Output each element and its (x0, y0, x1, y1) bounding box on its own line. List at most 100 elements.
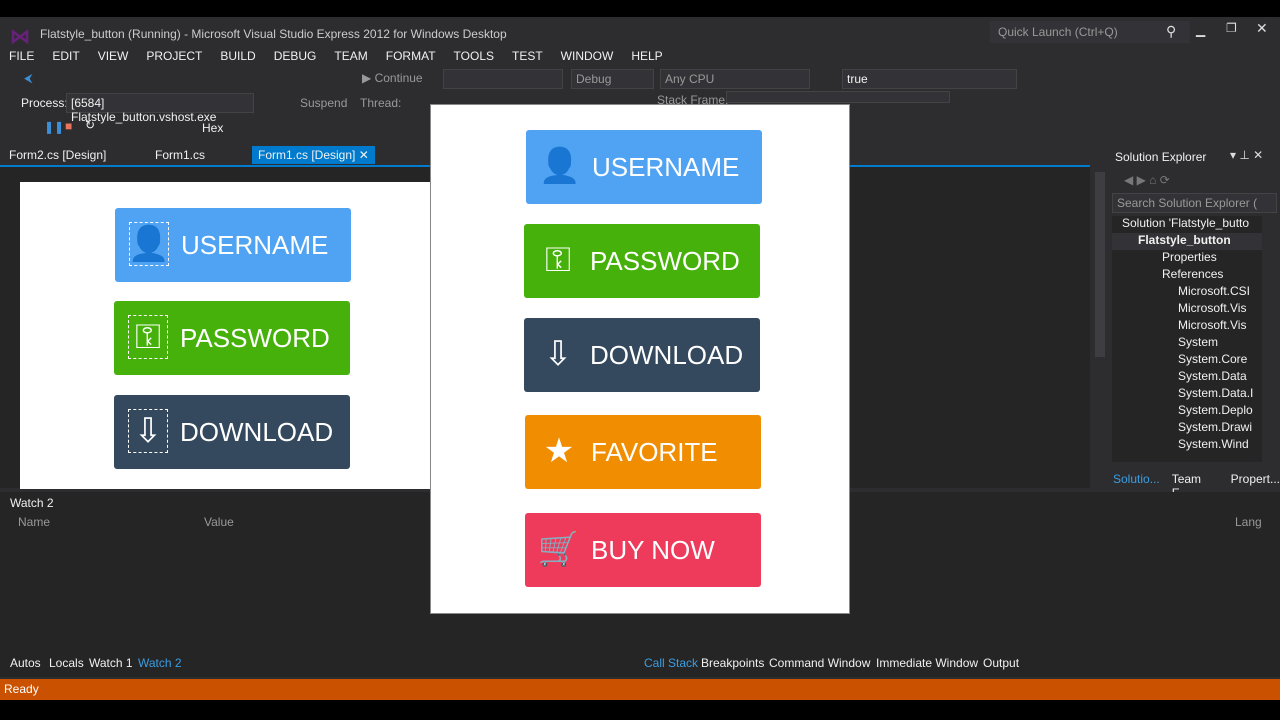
home-icon[interactable]: ◀ ▶ ⌂ ⟳ (1124, 173, 1170, 187)
menu-edit[interactable]: EDIT (43, 46, 88, 66)
tree-item-label: System.Data.I (1178, 386, 1254, 400)
tab-form1-design[interactable]: Form1.cs [Design] ✕ (252, 146, 375, 164)
tree-item-label: Properties (1162, 250, 1217, 264)
minimize-button[interactable]: ▁ (1196, 23, 1205, 37)
tree-item[interactable]: References (1112, 267, 1262, 284)
button-label: DOWNLOAD (180, 416, 334, 447)
tree-item-label: System.Wind (1178, 437, 1249, 451)
key-icon: ⚿ (128, 315, 168, 359)
tree-item[interactable]: Microsoft.CSI (1112, 284, 1262, 301)
tree-item[interactable]: System.Wind (1112, 437, 1262, 454)
tree-item[interactable]: Flatstyle_button (1112, 233, 1262, 250)
search-solution-input[interactable]: Search Solution Explorer ( (1112, 193, 1277, 213)
buy-now-button[interactable]: 🛒 BUY NOW (525, 513, 761, 587)
tree-item-label: System.Core (1178, 352, 1248, 366)
tree-item[interactable]: System (1112, 335, 1262, 352)
config-dropdown[interactable]: Debug (571, 69, 654, 89)
menu-help[interactable]: HELP (622, 46, 671, 66)
close-tab-icon[interactable]: ✕ (359, 148, 369, 162)
menu-test[interactable]: TEST (503, 46, 552, 66)
platform-dropdown[interactable]: Any CPU (660, 69, 810, 89)
password-button[interactable]: ⚿ PASSWORD (524, 224, 760, 298)
menu-file[interactable]: FILE (0, 46, 43, 66)
watch-tab[interactable]: Watch 1 (89, 656, 133, 670)
suspend-button[interactable]: Suspend (300, 96, 347, 110)
panel-title: Solution Explorer (1115, 150, 1207, 164)
watch-tab[interactable]: Autos (10, 656, 41, 670)
watch-title: Watch 2 (10, 496, 54, 510)
download-button[interactable]: ⇩ DOWNLOAD (524, 318, 760, 392)
stack-frame-label: Stack Frame: (657, 93, 729, 107)
cloud-download-icon: ⇩ (543, 335, 573, 373)
tab-form2-design[interactable]: Form2.cs [Design] (9, 148, 106, 162)
cloud-download-icon: ⇩ (128, 409, 168, 453)
target-dropdown[interactable] (443, 69, 563, 89)
continue-button[interactable]: ▶ Continue (362, 71, 423, 85)
search-icon[interactable]: ⚲ (1166, 23, 1176, 40)
debug-tab[interactable]: Output (983, 656, 1019, 670)
hex-button[interactable]: Hex (202, 121, 223, 135)
debug-tab[interactable]: Immediate Window (876, 656, 978, 670)
restore-button[interactable]: ❐ (1226, 21, 1237, 35)
button-label: DOWNLOAD (590, 339, 744, 370)
menu-bar: FILE EDIT VIEW PROJECT BUILD DEBUG TEAM FORMAT T… (0, 46, 672, 66)
tree-item-label: System.Deplo (1178, 403, 1253, 417)
username-button[interactable]: 👤 USERNAME (526, 130, 762, 204)
tree-item[interactable]: System.Deplo (1112, 403, 1262, 420)
menu-view[interactable]: VIEW (89, 46, 138, 66)
tree-item[interactable]: System.Core (1112, 352, 1262, 369)
tree-item[interactable]: Properties (1112, 250, 1262, 267)
tree-item[interactable]: Solution 'Flatstyle_butto (1112, 216, 1262, 233)
solution-tree: Solution 'Flatstyle_butto Flatstyle_butto… (1112, 216, 1262, 462)
tree-item-label: System (1178, 335, 1219, 349)
tab-form1-cs[interactable]: Form1.cs (155, 148, 205, 162)
tree-item[interactable]: System.Data (1112, 369, 1262, 386)
tree-item-label: Flatstyle_button (1138, 233, 1231, 247)
vertical-scrollbar[interactable] (1095, 172, 1105, 357)
process-dropdown[interactable]: [6584] Flatstyle_button.vshost.exe (66, 93, 254, 124)
watch-tab[interactable]: Watch 2 (138, 656, 182, 670)
debug-tab[interactable]: Breakpoints (701, 656, 764, 670)
close-button[interactable]: ✕ (1256, 20, 1268, 37)
tree-item[interactable]: Microsoft.Vis (1112, 318, 1262, 335)
tree-item-label: System.Data (1178, 369, 1247, 383)
stack-frame-dropdown[interactable] (726, 91, 950, 103)
tree-item-label: Microsoft.CSI (1178, 284, 1251, 298)
menu-project[interactable]: PROJECT (137, 46, 211, 66)
status-bar: Ready (0, 679, 1280, 700)
menu-window[interactable]: WINDOW (552, 46, 623, 66)
running-form-window: 👤 USERNAME ⚿ PASSWORD ⇩ DOWNLOAD ★ FAVORITE 🛒 BUY… (430, 104, 850, 614)
column-lang: Lang (1235, 515, 1262, 529)
continue-label: Continue (374, 71, 423, 85)
tree-item-label: Solution 'Flatstyle_butto (1122, 216, 1250, 230)
panel-controls-icon[interactable]: ▾ ⊥ ✕ (1230, 148, 1263, 162)
favorite-button[interactable]: ★ FAVORITE (525, 415, 761, 489)
value-dropdown[interactable]: true (842, 69, 1017, 89)
stop-icon[interactable]: ■ (65, 119, 72, 133)
button-label: PASSWORD (590, 245, 740, 276)
designer-download-button[interactable]: ⇩ DOWNLOAD (114, 395, 350, 469)
watch-tab[interactable]: Locals (49, 656, 84, 670)
tree-item-label: Microsoft.Vis (1178, 318, 1247, 332)
menu-tools[interactable]: TOOLS (445, 46, 503, 66)
tree-item[interactable]: System.Drawi (1112, 420, 1262, 437)
designer-username-button[interactable]: 👤 USERNAME (115, 208, 351, 282)
menu-team[interactable]: TEAM (325, 46, 376, 66)
tree-item-label: Microsoft.Vis (1178, 301, 1247, 315)
quick-launch-input[interactable]: Quick Launch (Ctrl+Q) (990, 21, 1190, 43)
solution-explorer: Solution Explorer ▾ ⊥ ✕ ◀ ▶ ⌂ ⟳ Search S… (1110, 148, 1280, 500)
debug-tab[interactable]: Command Window (769, 656, 870, 670)
menu-build[interactable]: BUILD (211, 46, 264, 66)
star-icon: ★ (543, 432, 575, 470)
button-label: USERNAME (592, 151, 740, 182)
restart-icon[interactable]: ↻ (85, 118, 95, 132)
tree-item[interactable]: Microsoft.Vis (1112, 301, 1262, 318)
menu-debug[interactable]: DEBUG (265, 46, 326, 66)
designer-password-button[interactable]: ⚿ PASSWORD (114, 301, 350, 375)
menu-format[interactable]: FORMAT (377, 46, 445, 66)
back-icon[interactable]: ⮜ (24, 71, 33, 86)
break-all-icon[interactable]: ❚❚ (44, 120, 64, 134)
tree-item[interactable]: System.Data.I (1112, 386, 1262, 403)
tab-label: Form1.cs [Design] (258, 148, 356, 162)
debug-tab[interactable]: Call Stack (644, 656, 698, 670)
